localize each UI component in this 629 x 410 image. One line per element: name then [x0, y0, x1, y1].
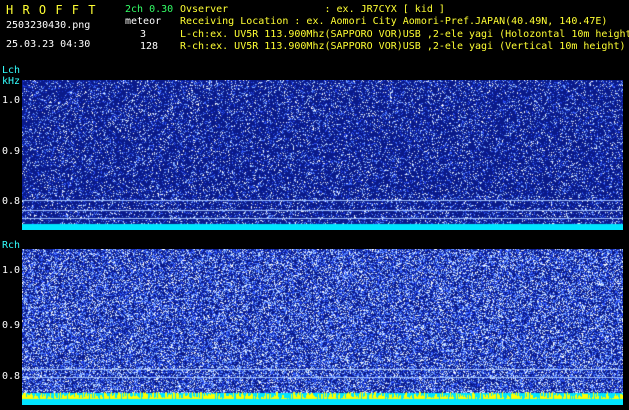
observer-line: Ovserver : ex. JR7CYX [ kid ]	[180, 4, 445, 15]
lch-unit-label: kHz	[2, 76, 21, 87]
lch-channel-label: Lch	[2, 65, 21, 76]
lch-spectrogram	[22, 80, 623, 230]
rch-channel-label: Rch	[2, 240, 21, 251]
rch-spectrogram	[22, 249, 623, 405]
meteor-label: meteor	[125, 16, 162, 27]
lch-ytick-1: 1.0	[2, 95, 21, 106]
app-title: H R O F F T	[6, 3, 97, 17]
lch-info-line: L-ch:ex. UV5R 113.900Mhz(SAPPORO VOR)USB…	[180, 29, 629, 40]
rch-ytick-1: 1.0	[2, 265, 21, 276]
lch-ytick-2: 0.9	[2, 146, 21, 157]
meteor-count-rch: 128	[140, 41, 159, 52]
location-line: Receiving Location : ex. Aomori City Aom…	[180, 16, 608, 27]
filename-label: 2503230430.png	[6, 20, 91, 31]
mode-label: 2ch 0.30	[125, 4, 174, 15]
rch-ytick-2: 0.9	[2, 320, 21, 331]
meteor-count-lch: 3	[140, 29, 147, 40]
datetime-label: 25.03.23 04:30	[6, 39, 91, 50]
rch-ytick-3: 0.8	[2, 371, 21, 382]
lch-ytick-3: 0.8	[2, 196, 21, 207]
rch-info-line: R-ch:ex. UV5R 113.900Mhz(SAPPORO VOR)USB…	[180, 41, 626, 52]
